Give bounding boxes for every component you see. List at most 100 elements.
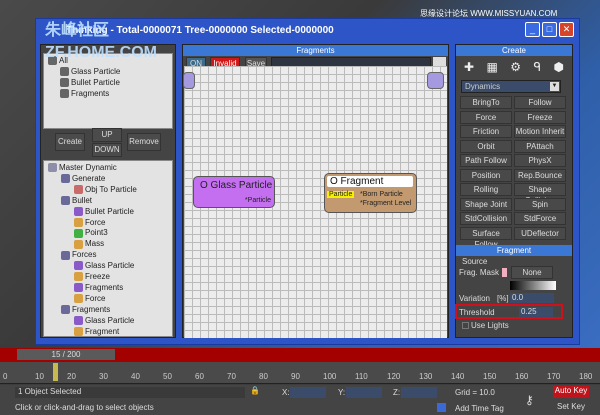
gear-icon xyxy=(74,239,83,249)
node-port[interactable]: *Particle xyxy=(245,197,271,204)
group-item[interactable]: Bullet Particle xyxy=(60,77,120,88)
dynamic-button[interactable]: Rolling xyxy=(460,183,512,196)
current-frame-marker[interactable] xyxy=(53,363,58,381)
threshold-label: Threshold xyxy=(459,308,495,317)
tree-item[interactable]: Fragment xyxy=(74,326,119,337)
dynamic-button[interactable]: Surface Follow xyxy=(460,226,512,249)
set-key-button[interactable]: Set Key xyxy=(553,402,589,414)
dynamic-button[interactable]: Freeze xyxy=(514,110,566,124)
z-label: Z: xyxy=(393,388,401,397)
x-field[interactable] xyxy=(290,387,326,398)
y-label: Y: xyxy=(338,388,346,397)
gear-icon xyxy=(74,272,83,282)
dynamic-button[interactable]: Force xyxy=(460,110,512,124)
glass-particle-node[interactable]: O Glass Particle *Particle xyxy=(193,176,275,208)
source-label: Source xyxy=(462,257,488,266)
mask-none-button[interactable]: None xyxy=(511,266,553,279)
tree-item[interactable]: Generate xyxy=(61,173,105,184)
dynamic-button[interactable]: Friction xyxy=(460,125,512,138)
group-item[interactable]: Fragments xyxy=(60,88,109,99)
tree-item[interactable]: Point3 xyxy=(74,227,108,238)
tree-item[interactable]: Fragments xyxy=(61,304,110,315)
magnet-icon[interactable]: ᑫ xyxy=(533,60,541,76)
remove-group-button[interactable]: Remove xyxy=(127,133,161,151)
add-time-tag[interactable]: Add Time Tag xyxy=(455,404,504,413)
time-slider-track[interactable]: 15 / 200 xyxy=(0,348,600,362)
dynamic-button[interactable]: Shape Joint xyxy=(460,197,512,211)
timeline-ruler[interactable]: 0 10 20 30 40 50 60 70 80 90 100 110 120 130 140 150 160… xyxy=(0,362,600,384)
dynamic-button[interactable]: PAttach xyxy=(514,139,566,153)
create-title: Create xyxy=(456,45,572,56)
category-dropdown[interactable]: Dynamics ▼ xyxy=(461,80,561,93)
node-input-port[interactable]: Particle xyxy=(327,191,355,198)
variation-label: Variation xyxy=(459,294,490,303)
create-panel: Create ✚ ▦ ⚙ ᑫ ⬢ Dynamics ▼ BringTo Follow Forc… xyxy=(455,44,573,338)
dynamic-button[interactable]: Rep.Bounce xyxy=(514,168,566,182)
tree-item[interactable]: Freeze xyxy=(74,271,110,282)
master-icon xyxy=(48,163,57,173)
node-output-port[interactable]: *Fragment Level xyxy=(360,200,411,207)
z-field[interactable] xyxy=(401,387,437,398)
dynamic-button[interactable]: Follow xyxy=(514,96,566,109)
input-port-node[interactable] xyxy=(183,72,195,89)
create-group-button[interactable]: Create xyxy=(55,133,85,151)
timeline-tick: 70 xyxy=(227,372,236,381)
up-button[interactable]: UP xyxy=(92,128,122,142)
tree-item[interactable]: Force xyxy=(74,217,105,228)
time-tag-icon[interactable] xyxy=(437,403,446,412)
folder-icon xyxy=(61,196,70,206)
dynamic-button[interactable]: Spin xyxy=(514,197,566,211)
fragment-node[interactable]: O Fragment Particle *Born Particle *Frag… xyxy=(324,173,417,213)
y-field[interactable] xyxy=(346,387,382,398)
dynamic-button[interactable]: UDeflector xyxy=(514,226,566,240)
gear-icon xyxy=(74,206,83,216)
dynamic-button[interactable]: StdForce xyxy=(514,212,566,225)
time-slider[interactable]: 15 / 200 xyxy=(17,349,115,360)
variation-unit: [%] xyxy=(497,294,509,303)
tree-item[interactable]: Bullet Particle xyxy=(74,206,134,217)
tree-item[interactable]: Bullet xyxy=(61,195,92,206)
timeline-tick: 110 xyxy=(355,372,368,381)
lock-icon[interactable]: 🔒 xyxy=(250,386,260,395)
close-button[interactable]: ✕ xyxy=(559,22,574,37)
dynamic-button[interactable]: BringTo xyxy=(460,96,512,109)
key-icon[interactable]: ⚷ xyxy=(525,393,534,407)
dynamic-button[interactable]: Motion Inherit xyxy=(514,125,566,138)
dynamic-button[interactable]: Path Follow xyxy=(460,154,512,167)
output-port-node[interactable] xyxy=(427,72,444,89)
group-item[interactable]: Glass Particle xyxy=(60,66,120,77)
dynamic-button[interactable]: Position Follow xyxy=(460,168,512,191)
tree-item[interactable]: Obj To Particle xyxy=(74,184,137,195)
folder-icon xyxy=(61,305,70,315)
group-tree: All Glass Particle Bullet Particle Fragm… xyxy=(43,53,173,129)
calendar-icon[interactable]: ▦ xyxy=(487,60,498,76)
add-icon[interactable]: ✚ xyxy=(464,60,474,76)
tree-item[interactable]: Force xyxy=(74,293,105,304)
tree-item[interactable]: Mass xyxy=(74,238,104,249)
dynamic-button[interactable]: PhysX xyxy=(514,154,566,167)
tree-item[interactable]: Glass Particle xyxy=(74,315,134,326)
down-button[interactable]: DOWN xyxy=(92,143,122,157)
tree-item[interactable]: Fragments xyxy=(74,282,123,293)
timeline-tick: 10 xyxy=(35,372,44,381)
threshold-spinner[interactable]: 0.25 xyxy=(519,307,553,317)
cube-icon[interactable]: ⬢ xyxy=(553,60,563,76)
timeline-tick: 180 xyxy=(579,372,593,381)
create-toolbar: ✚ ▦ ⚙ ᑫ ⬢ xyxy=(464,60,564,76)
variation-spinner[interactable]: 0.0 xyxy=(510,293,554,303)
gear-icon xyxy=(74,283,83,293)
minimize-button[interactable]: _ xyxy=(525,22,540,37)
node-output-port[interactable]: *Born Particle xyxy=(360,191,403,198)
dynamic-button[interactable]: Orbit xyxy=(460,139,512,153)
gear-icon[interactable]: ⚙ xyxy=(510,60,521,76)
node-title: O Glass Particle xyxy=(200,180,273,191)
mask-color-swatch[interactable] xyxy=(502,268,507,277)
dynamic-button[interactable]: Shape Collision xyxy=(514,183,566,205)
dynamic-button[interactable]: StdCollision xyxy=(460,212,512,225)
auto-key-button[interactable]: Auto Key xyxy=(553,386,589,398)
maximize-button[interactable]: □ xyxy=(542,22,557,37)
tree-item[interactable]: Forces xyxy=(61,249,96,260)
tree-item[interactable]: Glass Particle xyxy=(74,260,134,271)
use-lights-checkbox[interactable] xyxy=(462,322,469,329)
tree-item[interactable]: Master Dynamic xyxy=(48,162,117,173)
